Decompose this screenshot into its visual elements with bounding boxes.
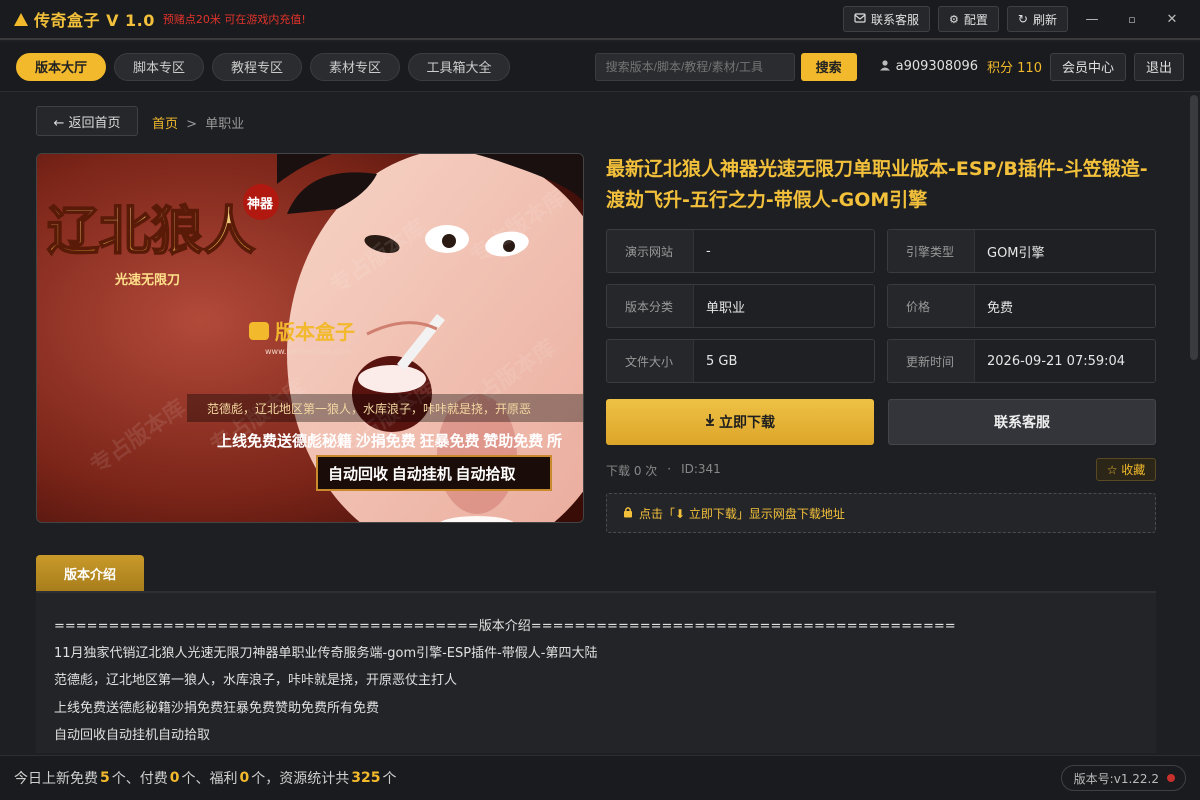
version-label: 版本号:v1.22.2 bbox=[1073, 771, 1159, 786]
tab-toolbox[interactable]: 工具箱大全 bbox=[408, 52, 510, 81]
resource-id: ID:341 bbox=[681, 462, 721, 476]
refresh-button[interactable]: ↻ 刷新 bbox=[1006, 6, 1068, 32]
lock-icon bbox=[623, 506, 633, 521]
cover-brand-url: www.banbenbox.com bbox=[265, 347, 351, 356]
info-cell-file-size: 文件大小 5 GB bbox=[606, 339, 875, 383]
search-input[interactable] bbox=[594, 52, 795, 81]
info-cell-price: 价格 免费 bbox=[887, 284, 1156, 328]
info-key: 演示网站 bbox=[607, 230, 694, 272]
version-cover-image: 专占版本库 专占版本库 专占版本库 专占版本库 专占版本库 专占版本库 辽北狼人… bbox=[36, 153, 584, 523]
favorite-button[interactable]: ☆ 收藏 bbox=[1096, 458, 1156, 481]
breadcrumb-home[interactable]: 首页 bbox=[152, 117, 178, 132]
cover-line-2: 上线免费送德彪秘籍 沙捐免费 狂暴免费 赞助免费 所 bbox=[217, 432, 562, 450]
info-cell-demo-site: 演示网站 - bbox=[606, 229, 875, 273]
tab-version-hall[interactable]: 版本大厅 bbox=[16, 52, 106, 81]
user-info: a909308096 积分 110 bbox=[879, 57, 1042, 76]
version-description: =======================================版… bbox=[36, 591, 1156, 753]
welfare-count: 0 bbox=[239, 770, 250, 786]
minimize-button[interactable]: — bbox=[1076, 12, 1108, 27]
stats-separator: · bbox=[667, 462, 672, 476]
download-notice-text: 点击「⬇ 立即下载」显示网盘下载地址 bbox=[639, 506, 845, 521]
download-label: 立即下载 bbox=[719, 415, 775, 431]
info-value: 2026-09-21 07:59:04 bbox=[975, 340, 1155, 382]
info-value: 5 GB bbox=[694, 340, 874, 382]
total-count: 325 bbox=[351, 770, 381, 786]
info-value: 单职业 bbox=[694, 285, 874, 327]
status-bar: 今日上新免费 5 个、付费 0 个、福利 0 个，资源统计共 325 个 版本号… bbox=[0, 755, 1200, 800]
info-key: 版本分类 bbox=[607, 285, 694, 327]
search-button[interactable]: 搜索 bbox=[800, 52, 857, 81]
version-title: 最新辽北狼人神器光速无限刀单职业版本-ESP/B插件-斗笠锻造-渡劫飞升-五行之… bbox=[606, 158, 1148, 211]
info-value: 免费 bbox=[975, 285, 1155, 327]
description-line: 范德彪，辽北地区第一狼人，水库浪子，咔咔就是挠，开原恶仗主打人 bbox=[54, 673, 458, 689]
user-icon bbox=[879, 59, 891, 75]
footer-text: 个，资源统计共 bbox=[251, 771, 350, 787]
info-value: GOM引擎 bbox=[975, 230, 1155, 272]
cover-line-1: 范德彪，辽北地区第一狼人，水库浪子，咔咔就是挠，开原恶 bbox=[207, 401, 531, 416]
download-button[interactable]: 立即下载 bbox=[606, 399, 874, 445]
logout-button[interactable]: 退出 bbox=[1133, 52, 1184, 81]
footer-text: 个 bbox=[382, 771, 397, 787]
tab-scripts[interactable]: 脚本专区 bbox=[114, 52, 204, 81]
back-home-button[interactable]: ← 返回首页 bbox=[36, 106, 138, 136]
info-grid: 演示网站 - 引擎类型 GOM引擎 版本分类 单职业 价格 免费 文件大小 5 GB 更新… bbox=[606, 229, 1156, 383]
breadcrumb-current: 单职业 bbox=[205, 117, 245, 132]
info-cell-updated: 更新时间 2026-09-21 07:59:04 bbox=[887, 339, 1156, 383]
nav-bar: 版本大厅 脚本专区 教程专区 素材专区 工具箱大全 搜索 a909308096 … bbox=[0, 42, 1200, 92]
title-bar: 传奇盒子 V 1.0 预赌点20米 可在游戏内充值! 联系客服 ⚙ 配置 ↻ 刷… bbox=[0, 0, 1200, 40]
breadcrumb: 首页 > 单职业 bbox=[152, 113, 244, 132]
cover-brand: 版本盒子 bbox=[275, 320, 355, 344]
refresh-label: 刷新 bbox=[1032, 12, 1057, 27]
tab-tutorials[interactable]: 教程专区 bbox=[212, 52, 302, 81]
member-center-button[interactable]: 会员中心 bbox=[1049, 52, 1126, 81]
points-label: 积分 110 bbox=[987, 61, 1042, 76]
footer-text: 个、福利 bbox=[181, 771, 238, 787]
cover-logo-subtitle: 光速无限刀 bbox=[114, 272, 180, 287]
info-key: 文件大小 bbox=[607, 340, 694, 382]
logo-icon bbox=[14, 12, 28, 26]
free-count: 5 bbox=[100, 770, 110, 786]
cover-logo-tag: 神器 bbox=[247, 196, 274, 211]
app-notice: 预赌点20米 可在游戏内充值! bbox=[162, 13, 306, 26]
tab-version-intro[interactable]: 版本介绍 bbox=[36, 555, 144, 591]
footer-text: 个、付费 bbox=[111, 771, 168, 787]
app-title: 传奇盒子 V 1.0 bbox=[34, 11, 155, 30]
close-button[interactable]: ✕ bbox=[1156, 12, 1188, 27]
scrollbar[interactable] bbox=[1190, 95, 1198, 360]
settings-button[interactable]: ⚙ 配置 bbox=[938, 6, 999, 32]
download-stats: 下载 0 次 · ID:341 bbox=[606, 462, 721, 479]
info-key: 更新时间 bbox=[888, 340, 975, 382]
footer-text: 今日上新免费 bbox=[14, 771, 98, 787]
info-value: - bbox=[694, 230, 874, 272]
breadcrumb-separator: > bbox=[186, 117, 198, 132]
download-notice: 点击「⬇ 立即下载」显示网盘下载地址 bbox=[606, 493, 1156, 533]
gear-icon: ⚙ bbox=[949, 12, 959, 26]
description-line: 11月独家代销辽北狼人光速无限刀神器单职业传奇服务端-gom引擎-ESP插件-带… bbox=[54, 646, 598, 662]
username: a909308096 bbox=[895, 59, 979, 74]
description-line: 上线免费送德彪秘籍沙捐免费狂暴免费赞助免费所有免费 bbox=[54, 700, 380, 716]
download-icon bbox=[705, 414, 715, 430]
contact-service-main-button[interactable]: 联系客服 bbox=[888, 399, 1156, 445]
download-count: 下载 0 次 bbox=[606, 464, 658, 478]
cover-logo-title: 辽北狼人 bbox=[47, 203, 255, 261]
info-cell-engine: 引擎类型 GOM引擎 bbox=[887, 229, 1156, 273]
paid-count: 0 bbox=[169, 770, 180, 786]
tab-materials[interactable]: 素材专区 bbox=[310, 52, 400, 81]
contact-service-button[interactable]: 联系客服 bbox=[843, 6, 931, 32]
info-cell-category: 版本分类 单职业 bbox=[606, 284, 875, 328]
info-key: 引擎类型 bbox=[888, 230, 975, 272]
settings-label: 配置 bbox=[963, 12, 988, 27]
description-line: 自动回收自动挂机自动拾取 bbox=[54, 727, 211, 743]
description-line: =======================================版… bbox=[54, 619, 956, 634]
contact-service-label: 联系客服 bbox=[871, 12, 920, 27]
status-dot-icon bbox=[1167, 774, 1175, 782]
headset-icon bbox=[854, 12, 866, 27]
refresh-icon: ↻ bbox=[1017, 12, 1028, 26]
maximize-button[interactable]: ▫ bbox=[1116, 13, 1148, 26]
version-badge: 版本号:v1.22.2 bbox=[1060, 765, 1186, 791]
cover-line-3: 自动回收 自动挂机 自动拾取 bbox=[328, 465, 517, 483]
info-key: 价格 bbox=[888, 285, 975, 327]
